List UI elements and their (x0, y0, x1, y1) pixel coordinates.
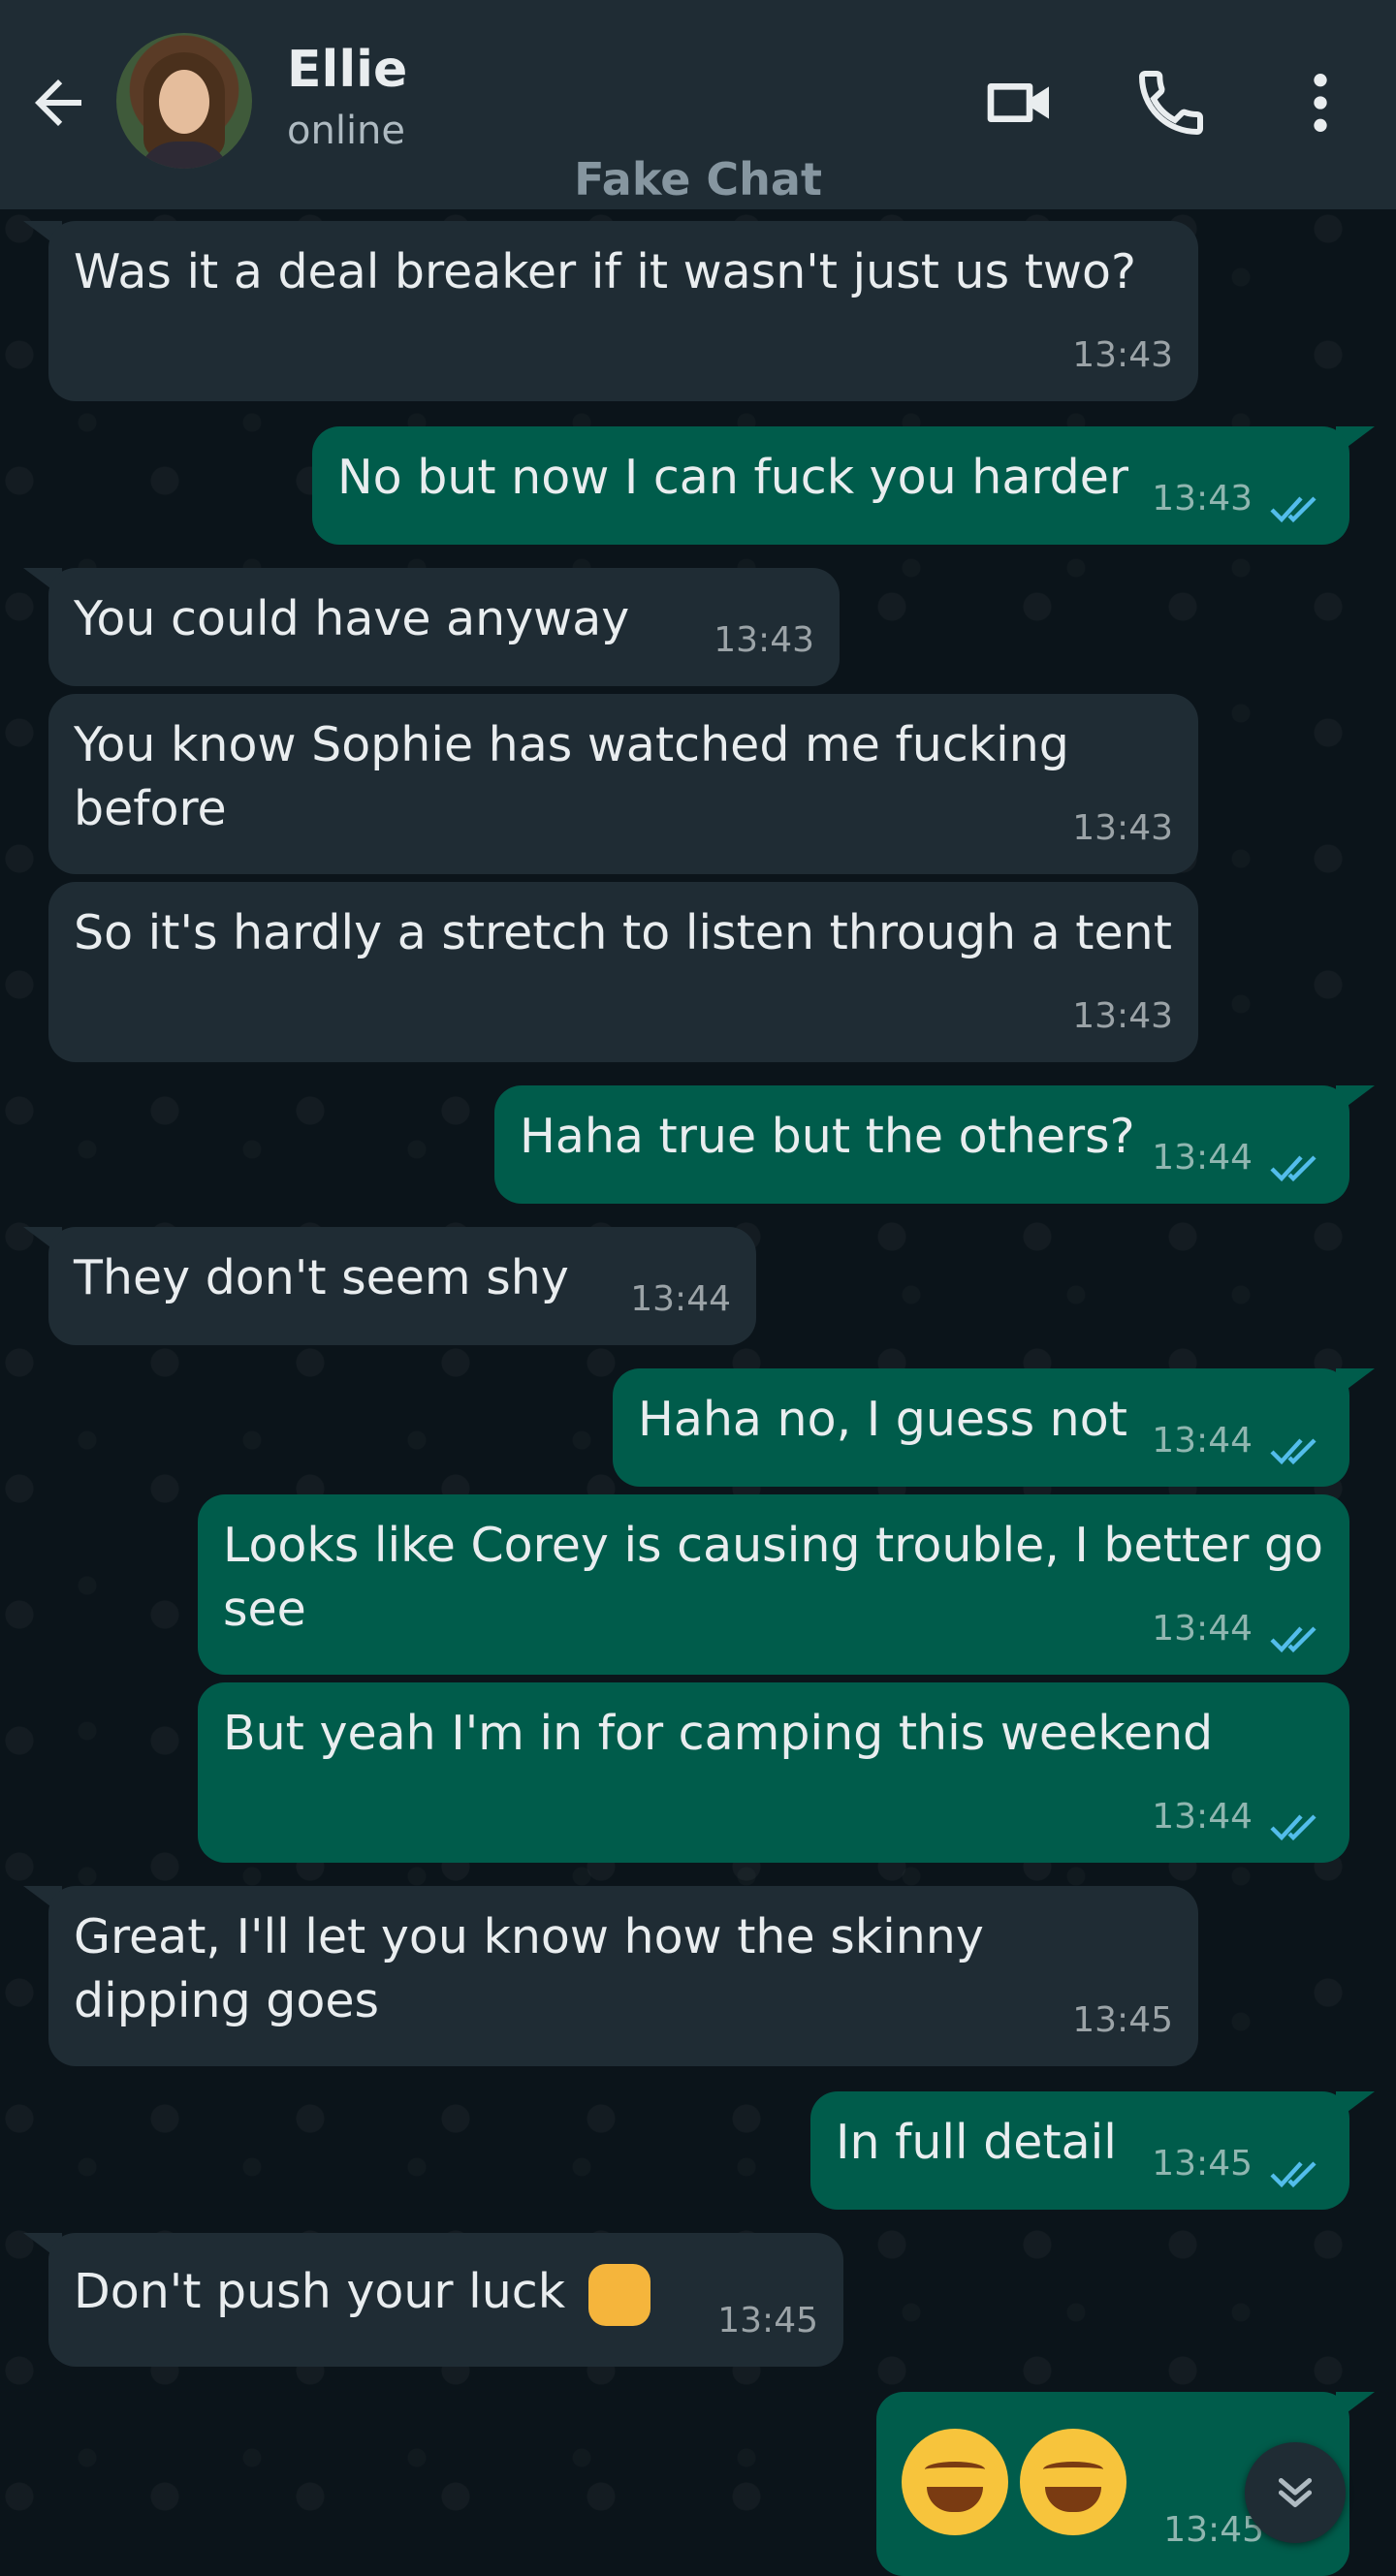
message-incoming[interactable]: Great, I'll let you know how the skinny … (48, 1886, 1198, 2066)
message-text: Was it a deal breaker if it wasn't just … (74, 244, 1136, 299)
message-incoming[interactable]: You could have anyway 13:43 (48, 568, 840, 686)
message-time: 13:44 (1152, 1609, 1253, 1649)
message-incoming[interactable]: Was it a deal breaker if it wasn't just … (48, 221, 1198, 401)
rolling-on-floor-laughing-emoji (1020, 2429, 1126, 2535)
message-incoming[interactable]: So it's hardly a stretch to listen throu… (48, 882, 1198, 1062)
read-ticks-icon (1270, 2161, 1317, 2188)
more-options-icon[interactable] (1282, 64, 1359, 141)
app-label: Fake Chat (574, 153, 822, 205)
message-incoming[interactable]: You know Sophie has watched me fucking b… (48, 694, 1198, 874)
message-time: 13:44 (1152, 1138, 1253, 1178)
back-arrow-icon[interactable] (23, 68, 93, 138)
message-time: 13:43 (714, 620, 814, 660)
contact-name[interactable]: Ellie (287, 41, 407, 99)
message-time: 13:44 (630, 1279, 731, 1319)
message-time: 13:44 (1152, 1797, 1253, 1837)
read-ticks-icon (1270, 1155, 1317, 1182)
message-time: 13:43 (1152, 479, 1253, 518)
chat-header: Ellie online Fake Chat (0, 0, 1396, 209)
message-outgoing[interactable]: Looks like Corey is causing trouble, I b… (198, 1494, 1349, 1675)
message-incoming[interactable]: They don't seem shy 13:44 (48, 1227, 756, 1345)
message-time: 13:45 (717, 2301, 818, 2340)
message-outgoing[interactable]: In full detail 13:45 (810, 2091, 1349, 2210)
message-text: You could have anyway (74, 591, 630, 646)
message-outgoing[interactable]: No but now I can fuck you harder 13:43 (312, 426, 1349, 545)
message-time: 13:45 (1152, 2144, 1253, 2183)
message-time: 13:43 (1072, 808, 1173, 848)
read-ticks-icon (1270, 1814, 1317, 1841)
message-text: You know Sophie has watched me fucking b… (74, 717, 1069, 836)
message-text: Great, I'll let you know how the skinny … (74, 1909, 984, 2028)
avatar[interactable] (116, 33, 252, 169)
message-text: Don't push your luck (74, 2264, 566, 2319)
read-ticks-icon (1270, 1626, 1317, 1653)
message-incoming[interactable]: Don't push your luck 13:45 (48, 2233, 843, 2367)
video-call-icon[interactable] (981, 64, 1059, 141)
message-time: 13:44 (1152, 1421, 1253, 1461)
message-outgoing[interactable]: But yeah I'm in for camping this weekend… (198, 1682, 1349, 1863)
message-outgoing[interactable]: Haha true but the others? 13:44 (494, 1085, 1349, 1204)
contact-status: online (287, 109, 406, 153)
read-ticks-icon (1270, 496, 1317, 523)
message-outgoing[interactable]: Haha no, I guess not 13:44 (613, 1368, 1349, 1487)
rolling-on-floor-laughing-emoji (902, 2429, 1008, 2535)
message-content: Don't push your luck (74, 2252, 818, 2326)
read-ticks-icon (1270, 1438, 1317, 1465)
message-text: But yeah I'm in for camping this weekend (223, 1706, 1214, 1761)
message-time: 13:43 (1072, 996, 1173, 1036)
phone-icon[interactable] (1132, 64, 1210, 141)
message-time: 13:43 (1072, 335, 1173, 375)
message-text: So it's hardly a stretch to listen throu… (74, 905, 1172, 960)
oncoming-fist-emoji (587, 2263, 650, 2326)
double-chevron-down-icon (1278, 2478, 1313, 2507)
scroll-to-bottom-button[interactable] (1245, 2442, 1346, 2543)
message-time: 13:45 (1072, 2000, 1173, 2040)
